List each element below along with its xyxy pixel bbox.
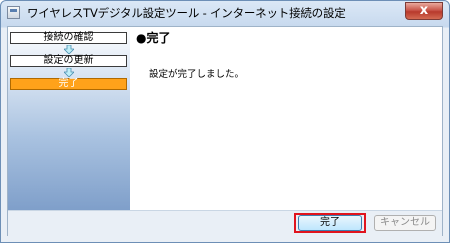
- highlight-frame: 完了: [294, 213, 366, 233]
- window-title: ワイヤレスTVデジタル設定ツール - インターネット接続の設定: [27, 6, 346, 20]
- step-sidebar: 接続の確認 設定の更新 完了: [8, 27, 130, 210]
- step-settings-update: 設定の更新: [10, 55, 127, 67]
- close-icon: x: [419, 3, 429, 18]
- app-icon: [7, 6, 20, 19]
- down-arrow-icon: [64, 45, 74, 54]
- page-heading: ●完了: [136, 31, 171, 45]
- step-complete: 完了: [10, 78, 127, 90]
- step-connection-check: 接続の確認: [10, 32, 127, 44]
- completion-message: 設定が完了しました。: [149, 69, 245, 80]
- cancel-button[interactable]: キャンセル: [374, 215, 436, 231]
- dialog-client-area: 接続の確認 設定の更新 完了 ●完了 設定が完了しました。 完了 キャンセル: [7, 26, 443, 236]
- title-bar[interactable]: ワイヤレスTVデジタル設定ツール - インターネット接続の設定 x: [1, 1, 449, 25]
- dialog-window: ワイヤレスTVデジタル設定ツール - インターネット接続の設定 x 接続の確認 …: [0, 0, 450, 243]
- content-panel: ●完了 設定が完了しました。: [132, 27, 442, 210]
- down-arrow-icon: [64, 68, 74, 77]
- button-bar: 完了 キャンセル: [8, 210, 442, 236]
- finish-button[interactable]: 完了: [298, 215, 362, 231]
- close-button[interactable]: x: [405, 2, 443, 20]
